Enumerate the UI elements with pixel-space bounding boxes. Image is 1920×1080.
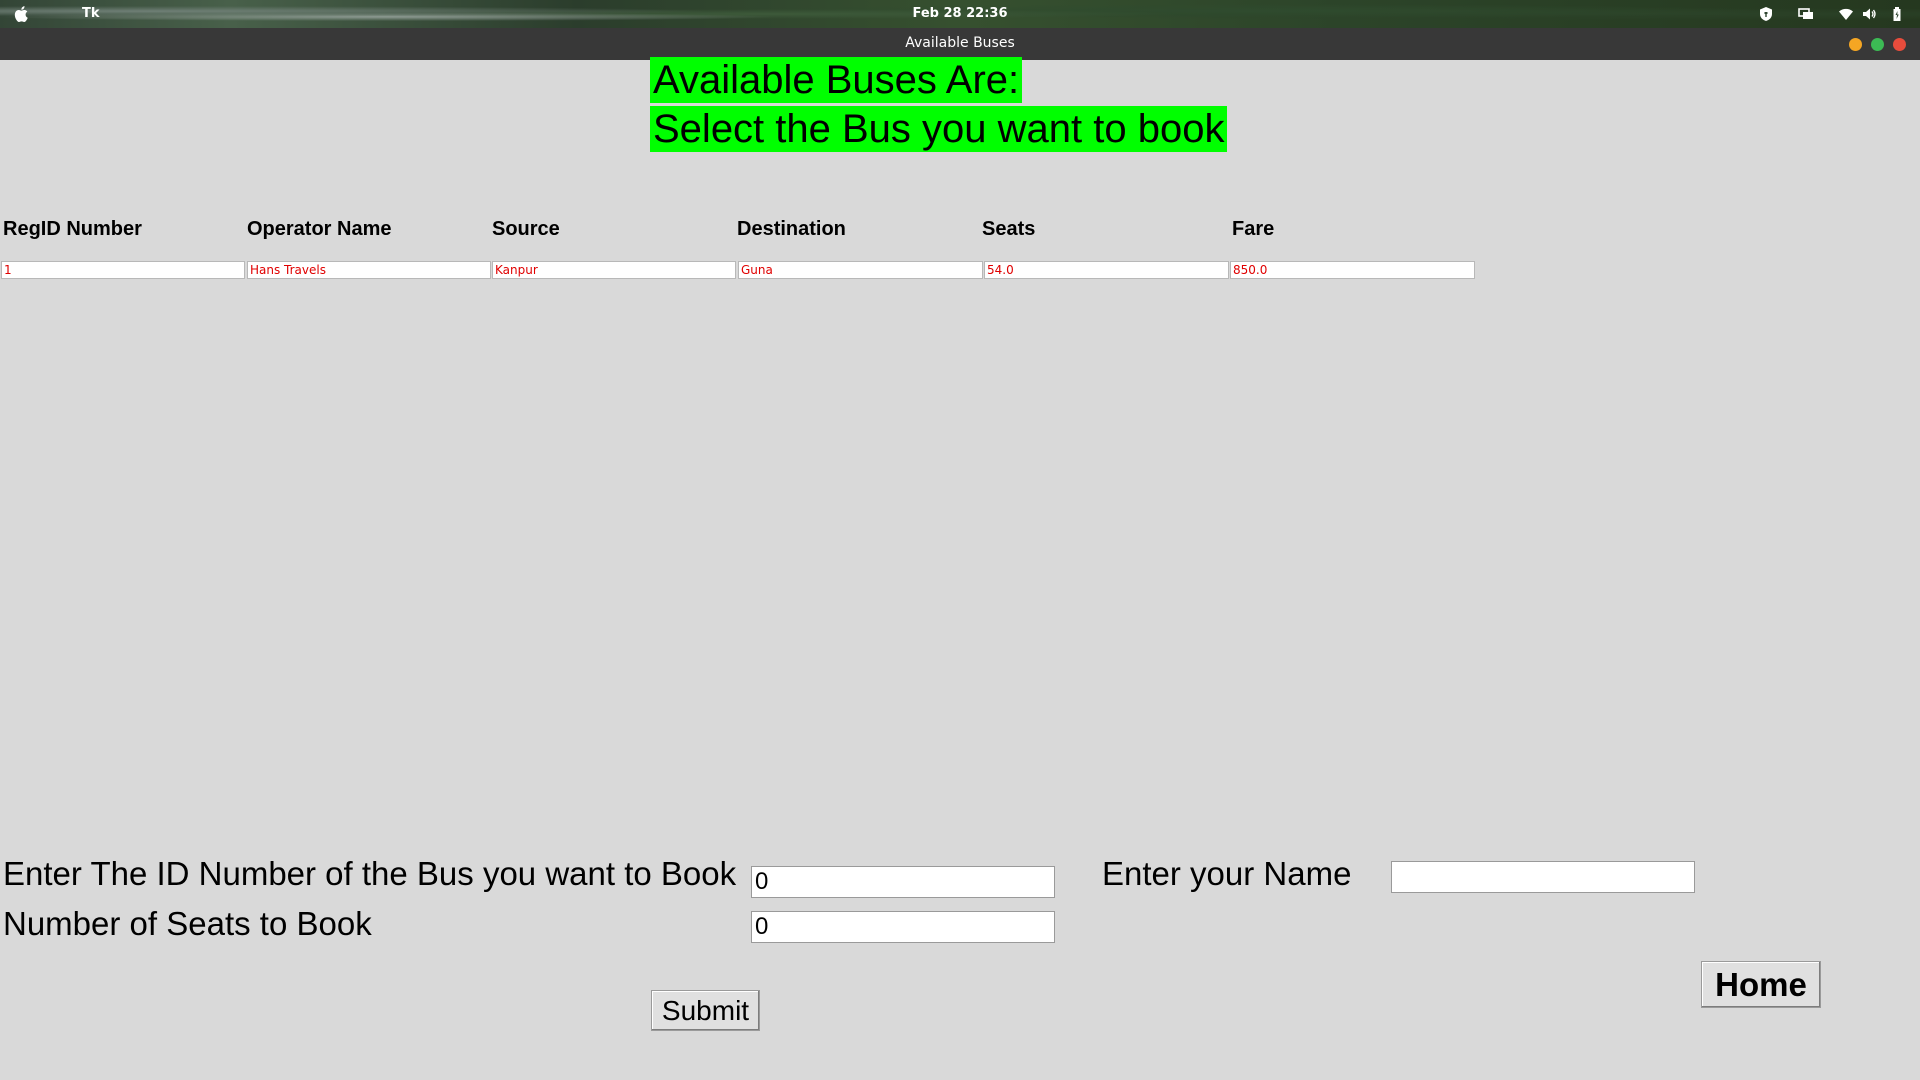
- app-name[interactable]: Tk: [82, 6, 100, 21]
- display-icon[interactable]: [1798, 6, 1814, 22]
- table-cell-fare[interactable]: 850.0: [1230, 261, 1475, 279]
- column-header-regid: RegID Number: [3, 218, 142, 240]
- select-bus-heading: Select the Bus you want to book: [650, 106, 1228, 152]
- name-input[interactable]: [1391, 861, 1695, 893]
- table-cell-operator[interactable]: Hans Travels: [247, 261, 491, 279]
- close-button[interactable]: [1893, 38, 1906, 51]
- column-header-seats: Seats: [982, 218, 1036, 240]
- seats-input[interactable]: [751, 911, 1055, 943]
- column-header-fare: Fare: [1232, 218, 1275, 240]
- name-label: Enter your Name: [1102, 855, 1352, 892]
- system-top-bar: Tk Feb 28 22:36: [0, 0, 1920, 28]
- minimize-button[interactable]: [1849, 38, 1862, 51]
- available-buses-heading: Available Buses Are:: [650, 57, 1023, 103]
- window-title-bar: Available Buses: [0, 28, 1920, 60]
- clock[interactable]: Feb 28 22:36: [900, 6, 1020, 21]
- table-cell-seats[interactable]: 54.0: [984, 261, 1229, 279]
- home-button[interactable]: Home: [1701, 961, 1821, 1008]
- shield-icon[interactable]: [1758, 6, 1774, 22]
- column-header-destination: Destination: [737, 218, 846, 240]
- table-cell-destination[interactable]: Guna: [738, 261, 983, 279]
- apple-icon[interactable]: [12, 4, 32, 24]
- column-header-operator: Operator Name: [247, 218, 392, 240]
- window-title: Available Buses: [905, 35, 1015, 51]
- column-header-source: Source: [492, 218, 560, 240]
- seats-label: Number of Seats to Book: [3, 905, 372, 942]
- volume-icon[interactable]: [1861, 6, 1877, 22]
- battery-icon[interactable]: [1890, 6, 1906, 22]
- table-cell-regid[interactable]: 1: [1, 261, 245, 279]
- wifi-icon[interactable]: [1838, 6, 1854, 22]
- bus-id-label: Enter The ID Number of the Bus you want …: [3, 855, 737, 892]
- maximize-button[interactable]: [1871, 38, 1884, 51]
- submit-button[interactable]: Submit: [651, 990, 760, 1031]
- bus-id-input[interactable]: [751, 866, 1055, 898]
- table-cell-source[interactable]: Kanpur: [492, 261, 736, 279]
